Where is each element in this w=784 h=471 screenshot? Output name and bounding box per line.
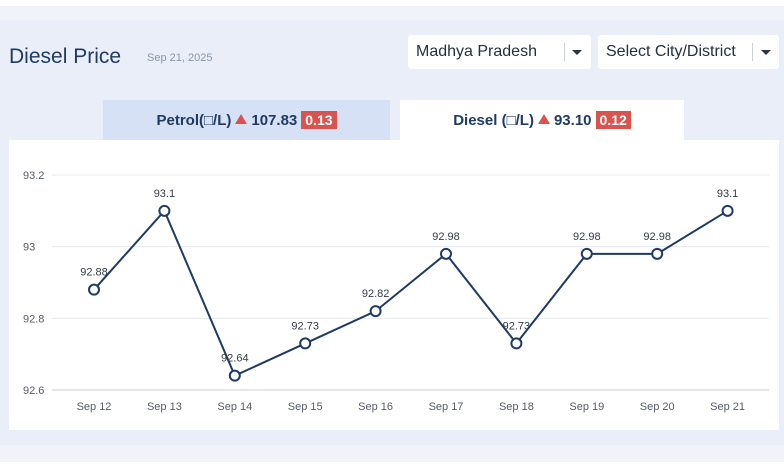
x-tick-label: Sep 16 (358, 401, 393, 413)
data-label: 92.73 (291, 320, 319, 332)
x-tick-label: Sep 17 (429, 401, 464, 413)
page-title: Diesel Price (9, 45, 122, 68)
chart-panel: 92.6 92.8 93 93.2 Sep 12 Sep 13 Sep 14 Sep 15 Se… (9, 140, 779, 430)
x-tick-label: Sep 20 (640, 401, 675, 413)
chevron-down-icon (761, 50, 771, 55)
price-date: Sep 21, 2025 (147, 52, 213, 64)
data-point[interactable] (580, 247, 593, 260)
bottom-strip (0, 462, 784, 471)
top-strip (0, 0, 784, 6)
data-label: 92.73 (503, 320, 531, 332)
city-select-value: Select City/District (606, 43, 736, 60)
data-label: 92.82 (362, 288, 390, 300)
data-label: 93.1 (154, 188, 175, 200)
data-point[interactable] (440, 247, 452, 260)
data-label: 92.98 (573, 231, 601, 243)
x-tick-label: Sep 13 (147, 401, 182, 413)
data-point[interactable] (369, 305, 382, 318)
data-label: 92.98 (643, 231, 671, 243)
data-point[interactable] (158, 204, 171, 217)
y-tick-label: 93 (23, 242, 35, 254)
tab-diesel[interactable]: Diesel (□/L) 93.10 0.12 (400, 100, 684, 140)
data-label: 93.1 (717, 188, 738, 200)
diesel-price-line-chart: 92.6 92.8 93 93.2 Sep 12 Sep 13 Sep 14 Sep 15 Se… (23, 170, 769, 413)
tab-diesel-change-badge: 0.12 (595, 111, 631, 129)
data-label: 92.98 (432, 231, 460, 243)
tab-petrol-change-badge: 0.13 (301, 111, 337, 129)
y-tick-label: 93.2 (23, 170, 44, 182)
up-triangle-icon (537, 114, 550, 124)
series-line (93, 208, 729, 378)
x-tick-label: Sep 18 (499, 401, 534, 413)
data-point[interactable] (721, 204, 734, 217)
y-tick-label: 92.8 (23, 313, 44, 325)
y-tick-label: 92.6 (23, 385, 44, 397)
tab-petrol-label: Petrol(□/L) (156, 112, 232, 129)
city-select[interactable]: Select City/District (598, 35, 779, 69)
data-point[interactable] (651, 247, 664, 260)
select-divider (564, 43, 565, 61)
data-point[interactable] (228, 369, 241, 382)
x-tick-label: Sep 19 (569, 401, 604, 413)
tab-diesel-price: 93.10 (553, 112, 592, 129)
state-select-value: Madhya Pradesh (416, 43, 537, 60)
chevron-down-icon (572, 50, 582, 55)
state-select[interactable]: Madhya Pradesh (408, 35, 591, 69)
tab-petrol-price: 107.83 (251, 112, 298, 129)
data-point[interactable] (88, 283, 100, 296)
up-triangle-icon (235, 114, 248, 124)
tab-diesel-label: Diesel (□/L) (453, 112, 534, 129)
data-label: 92.64 (221, 353, 249, 365)
data-point[interactable] (510, 337, 523, 350)
x-tick-label: Sep 21 (710, 401, 745, 413)
tab-petrol[interactable]: Petrol(□/L) 107.83 0.13 (103, 100, 390, 140)
x-tick-label: Sep 14 (217, 401, 252, 413)
x-tick-label: Sep 12 (77, 401, 112, 413)
x-tick-label: Sep 15 (288, 401, 323, 413)
select-divider (752, 43, 753, 61)
data-label: 92.88 (80, 267, 108, 279)
data-point[interactable] (299, 337, 312, 350)
